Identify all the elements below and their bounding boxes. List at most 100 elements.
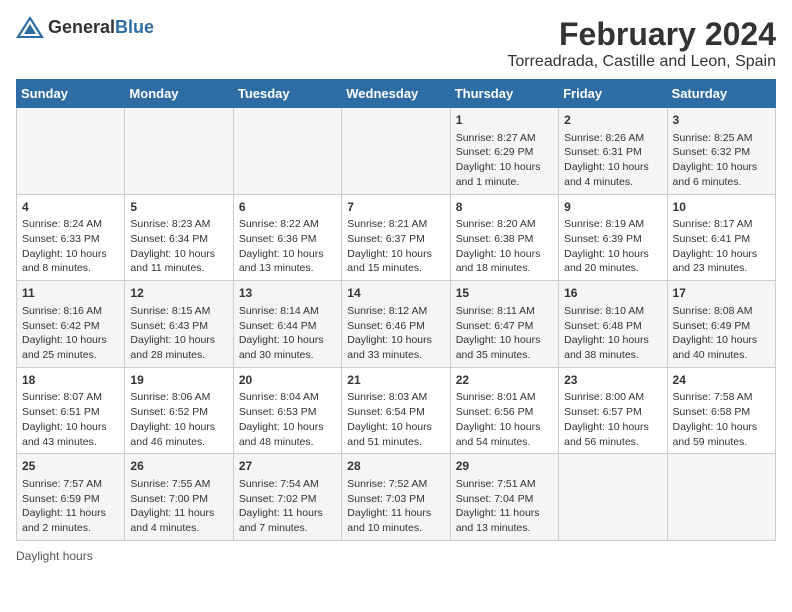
day-info: Sunrise: 7:57 AM Sunset: 6:59 PM Dayligh… xyxy=(22,477,119,536)
calendar-cell: 2 Sunrise: 8:26 AM Sunset: 6:31 PM Daylig… xyxy=(559,108,667,195)
day-info: Sunrise: 8:00 AM Sunset: 6:57 PM Dayligh… xyxy=(564,390,661,449)
logo: GeneralBlue xyxy=(16,16,154,38)
day-info: Sunrise: 8:07 AM Sunset: 6:51 PM Dayligh… xyxy=(22,390,119,449)
calendar-body: 1 Sunrise: 8:27 AM Sunset: 6:29 PM Daylig… xyxy=(17,108,776,541)
day-number: 15 xyxy=(456,285,553,302)
main-title: February 2024 xyxy=(507,16,776,53)
calendar-cell xyxy=(342,108,450,195)
day-info: Sunrise: 8:08 AM Sunset: 6:49 PM Dayligh… xyxy=(673,304,770,363)
day-info: Sunrise: 8:27 AM Sunset: 6:29 PM Dayligh… xyxy=(456,131,553,190)
day-number: 6 xyxy=(239,199,336,216)
calendar-cell: 12 Sunrise: 8:15 AM Sunset: 6:43 PM Dayli… xyxy=(125,281,233,368)
title-area: February 2024 Torreadrada, Castille and … xyxy=(507,16,776,71)
calendar-week-row: 18Sunrise: 8:07 AM Sunset: 6:51 PM Dayli… xyxy=(17,367,776,454)
day-info: Sunrise: 7:58 AM Sunset: 6:58 PM Dayligh… xyxy=(673,390,770,449)
day-number: 4 xyxy=(22,199,119,216)
day-info: Sunrise: 8:10 AM Sunset: 6:48 PM Dayligh… xyxy=(564,304,661,363)
calendar-cell xyxy=(559,454,667,541)
calendar-cell: 10Sunrise: 8:17 AM Sunset: 6:41 PM Dayli… xyxy=(667,194,775,281)
day-number: 9 xyxy=(564,199,661,216)
day-info: Sunrise: 8:17 AM Sunset: 6:41 PM Dayligh… xyxy=(673,217,770,276)
day-number: 11 xyxy=(22,285,119,302)
day-info: Sunrise: 8:26 AM Sunset: 6:31 PM Dayligh… xyxy=(564,131,661,190)
calendar-cell: 11 Sunrise: 8:16 AM Sunset: 6:42 PM Dayli… xyxy=(17,281,125,368)
calendar-cell: 19Sunrise: 8:06 AM Sunset: 6:52 PM Dayli… xyxy=(125,367,233,454)
calendar-day-header: Saturday xyxy=(667,80,775,108)
calendar-cell xyxy=(233,108,341,195)
calendar-cell: 5Sunrise: 8:23 AM Sunset: 6:34 PM Daylig… xyxy=(125,194,233,281)
logo-icon xyxy=(16,16,44,38)
day-number: 25 xyxy=(22,458,119,475)
day-number: 10 xyxy=(673,199,770,216)
calendar-cell xyxy=(17,108,125,195)
day-number: 28 xyxy=(347,458,444,475)
calendar-cell: 7Sunrise: 8:21 AM Sunset: 6:37 PM Daylig… xyxy=(342,194,450,281)
calendar-cell xyxy=(125,108,233,195)
day-info: Sunrise: 8:11 AM Sunset: 6:47 PM Dayligh… xyxy=(456,304,553,363)
day-info: Sunrise: 8:04 AM Sunset: 6:53 PM Dayligh… xyxy=(239,390,336,449)
calendar-cell: 9Sunrise: 8:19 AM Sunset: 6:39 PM Daylig… xyxy=(559,194,667,281)
page-header: GeneralBlue February 2024 Torreadrada, C… xyxy=(16,16,776,71)
day-number: 12 xyxy=(130,285,227,302)
day-info: Sunrise: 8:16 AM Sunset: 6:42 PM Dayligh… xyxy=(22,304,119,363)
calendar-cell: 24Sunrise: 7:58 AM Sunset: 6:58 PM Dayli… xyxy=(667,367,775,454)
day-number: 22 xyxy=(456,372,553,389)
subtitle: Torreadrada, Castille and Leon, Spain xyxy=(507,53,776,71)
day-number: 16 xyxy=(564,285,661,302)
day-number: 1 xyxy=(456,112,553,129)
day-info: Sunrise: 7:51 AM Sunset: 7:04 PM Dayligh… xyxy=(456,477,553,536)
calendar-cell: 3Sunrise: 8:25 AM Sunset: 6:32 PM Daylig… xyxy=(667,108,775,195)
day-number: 23 xyxy=(564,372,661,389)
calendar-cell: 28Sunrise: 7:52 AM Sunset: 7:03 PM Dayli… xyxy=(342,454,450,541)
calendar-header-row: SundayMondayTuesdayWednesdayThursdayFrid… xyxy=(17,80,776,108)
calendar-cell: 8Sunrise: 8:20 AM Sunset: 6:38 PM Daylig… xyxy=(450,194,558,281)
day-number: 2 xyxy=(564,112,661,129)
day-number: 21 xyxy=(347,372,444,389)
calendar-day-header: Tuesday xyxy=(233,80,341,108)
day-number: 24 xyxy=(673,372,770,389)
calendar-week-row: 25 Sunrise: 7:57 AM Sunset: 6:59 PM Dayli… xyxy=(17,454,776,541)
calendar-cell: 18Sunrise: 8:07 AM Sunset: 6:51 PM Dayli… xyxy=(17,367,125,454)
calendar-cell: 22Sunrise: 8:01 AM Sunset: 6:56 PM Dayli… xyxy=(450,367,558,454)
day-number: 27 xyxy=(239,458,336,475)
day-info: Sunrise: 7:55 AM Sunset: 7:00 PM Dayligh… xyxy=(130,477,227,536)
calendar-cell: 23Sunrise: 8:00 AM Sunset: 6:57 PM Dayli… xyxy=(559,367,667,454)
calendar-cell: 16 Sunrise: 8:10 AM Sunset: 6:48 PM Dayli… xyxy=(559,281,667,368)
day-number: 13 xyxy=(239,285,336,302)
day-number: 7 xyxy=(347,199,444,216)
calendar-week-row: 1 Sunrise: 8:27 AM Sunset: 6:29 PM Daylig… xyxy=(17,108,776,195)
day-number: 8 xyxy=(456,199,553,216)
day-number: 14 xyxy=(347,285,444,302)
day-info: Sunrise: 8:15 AM Sunset: 6:43 PM Dayligh… xyxy=(130,304,227,363)
day-info: Sunrise: 8:03 AM Sunset: 6:54 PM Dayligh… xyxy=(347,390,444,449)
day-info: Sunrise: 8:22 AM Sunset: 6:36 PM Dayligh… xyxy=(239,217,336,276)
calendar-cell: 26 Sunrise: 7:55 AM Sunset: 7:00 PM Dayli… xyxy=(125,454,233,541)
calendar-day-header: Monday xyxy=(125,80,233,108)
day-number: 29 xyxy=(456,458,553,475)
calendar-cell: 29 Sunrise: 7:51 AM Sunset: 7:04 PM Dayli… xyxy=(450,454,558,541)
day-info: Sunrise: 8:23 AM Sunset: 6:34 PM Dayligh… xyxy=(130,217,227,276)
day-number: 3 xyxy=(673,112,770,129)
calendar-cell: 21Sunrise: 8:03 AM Sunset: 6:54 PM Dayli… xyxy=(342,367,450,454)
day-number: 20 xyxy=(239,372,336,389)
day-number: 5 xyxy=(130,199,227,216)
day-info: Sunrise: 8:20 AM Sunset: 6:38 PM Dayligh… xyxy=(456,217,553,276)
calendar-cell xyxy=(667,454,775,541)
day-number: 26 xyxy=(130,458,227,475)
calendar-cell: 25 Sunrise: 7:57 AM Sunset: 6:59 PM Dayli… xyxy=(17,454,125,541)
day-info: Sunrise: 8:24 AM Sunset: 6:33 PM Dayligh… xyxy=(22,217,119,276)
calendar-cell: 14 Sunrise: 8:12 AM Sunset: 6:46 PM Dayli… xyxy=(342,281,450,368)
day-info: Sunrise: 8:19 AM Sunset: 6:39 PM Dayligh… xyxy=(564,217,661,276)
day-info: Sunrise: 7:54 AM Sunset: 7:02 PM Dayligh… xyxy=(239,477,336,536)
day-number: 19 xyxy=(130,372,227,389)
day-info: Sunrise: 8:06 AM Sunset: 6:52 PM Dayligh… xyxy=(130,390,227,449)
day-info: Sunrise: 8:12 AM Sunset: 6:46 PM Dayligh… xyxy=(347,304,444,363)
calendar-day-header: Thursday xyxy=(450,80,558,108)
calendar-day-header: Wednesday xyxy=(342,80,450,108)
day-info: Sunrise: 8:01 AM Sunset: 6:56 PM Dayligh… xyxy=(456,390,553,449)
logo-text-general: General xyxy=(48,17,115,37)
calendar-cell: 6Sunrise: 8:22 AM Sunset: 6:36 PM Daylig… xyxy=(233,194,341,281)
day-info: Sunrise: 8:14 AM Sunset: 6:44 PM Dayligh… xyxy=(239,304,336,363)
daylight-label: Daylight hours xyxy=(16,549,93,563)
calendar-week-row: 4Sunrise: 8:24 AM Sunset: 6:33 PM Daylig… xyxy=(17,194,776,281)
